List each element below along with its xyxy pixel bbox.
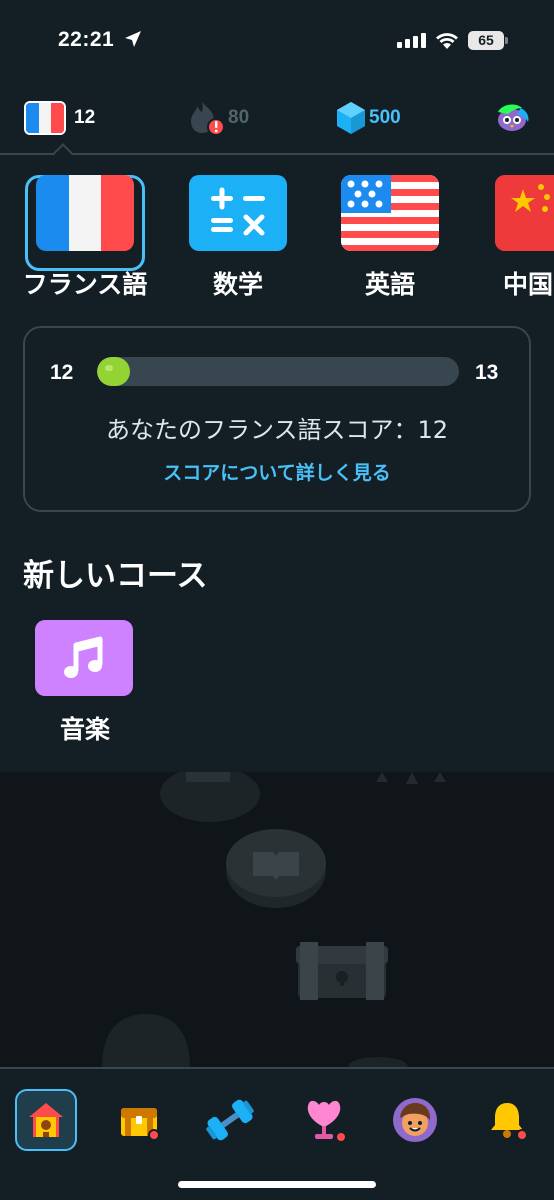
course-label: フランス語 <box>22 270 148 299</box>
gem-icon <box>337 102 365 134</box>
status-time: 22:21 <box>58 28 115 51</box>
china-flag-icon <box>495 175 554 251</box>
tab-profile[interactable] <box>384 1089 446 1151</box>
progress-shine <box>105 365 113 371</box>
super-duo-button[interactable] <box>490 98 532 138</box>
home-icon <box>29 1103 63 1137</box>
home-indicator <box>178 1181 376 1188</box>
course-label: 中国 <box>503 270 554 299</box>
math-icon <box>189 175 287 251</box>
course-label: 音楽 <box>59 715 110 744</box>
battery-tip <box>505 37 508 44</box>
path-chest-icon <box>296 942 388 1000</box>
tab-notifications[interactable] <box>476 1089 538 1151</box>
location-arrow-icon <box>125 31 141 47</box>
france-flag-icon <box>24 101 66 135</box>
course-item-music[interactable]: 音楽 <box>35 620 135 746</box>
tab-leaderboard[interactable] <box>293 1089 355 1151</box>
notification-badge <box>148 1129 160 1141</box>
score-progress-fill <box>97 357 130 386</box>
music-note-icon <box>35 620 133 696</box>
next-score: 13 <box>475 361 499 384</box>
tab-practice[interactable] <box>199 1089 261 1151</box>
streak-button[interactable]: 80 <box>188 98 249 138</box>
current-score: 12 <box>50 361 74 384</box>
battery-indicator: 65 <box>468 31 504 50</box>
course-item-english[interactable]: 英語 <box>320 175 460 301</box>
score-progress-bar <box>97 357 459 386</box>
super-duo-icon <box>498 104 529 131</box>
cellular-signal-icon <box>397 33 426 48</box>
book-icon <box>253 852 299 880</box>
streak-count: 80 <box>228 107 250 128</box>
course-item-chinese[interactable]: 中国 <box>474 175 554 301</box>
path-character-silhouette <box>102 1014 190 1067</box>
course-selector-button[interactable]: 12 <box>24 98 95 138</box>
gems-button[interactable]: 500 <box>335 98 401 138</box>
streak-flame-icon <box>191 102 225 136</box>
new-courses-title: 新しいコース <box>23 558 208 594</box>
wifi-icon <box>436 33 458 49</box>
us-flag-icon <box>341 175 439 251</box>
notification-badge <box>516 1129 528 1141</box>
course-score-card: 12 13 あなたのフランス語スコア：12 スコアについて詳しく見る <box>23 326 531 512</box>
gems-count: 500 <box>369 107 401 128</box>
tab-home[interactable] <box>15 1089 77 1151</box>
dumbbell-icon <box>206 1099 254 1141</box>
course-label: 英語 <box>364 270 415 299</box>
course-label: 数学 <box>212 270 263 299</box>
header-divider <box>0 153 554 155</box>
course-score-count: 12 <box>74 107 96 128</box>
learning-path-background <box>0 772 554 1067</box>
tab-chest[interactable] <box>108 1089 170 1151</box>
course-item-math[interactable]: 数学 <box>168 175 308 301</box>
france-flag-icon <box>36 175 134 251</box>
course-item-french[interactable]: フランス語 <box>15 175 155 301</box>
path-stars-icon <box>376 772 446 784</box>
path-node-top-icon <box>186 772 230 782</box>
profile-avatar-icon <box>393 1098 437 1142</box>
learn-more-link[interactable]: スコアについて詳しく見る <box>25 458 529 485</box>
notification-badge <box>335 1131 347 1143</box>
score-description: あなたのフランス語スコア：12 <box>105 416 449 444</box>
